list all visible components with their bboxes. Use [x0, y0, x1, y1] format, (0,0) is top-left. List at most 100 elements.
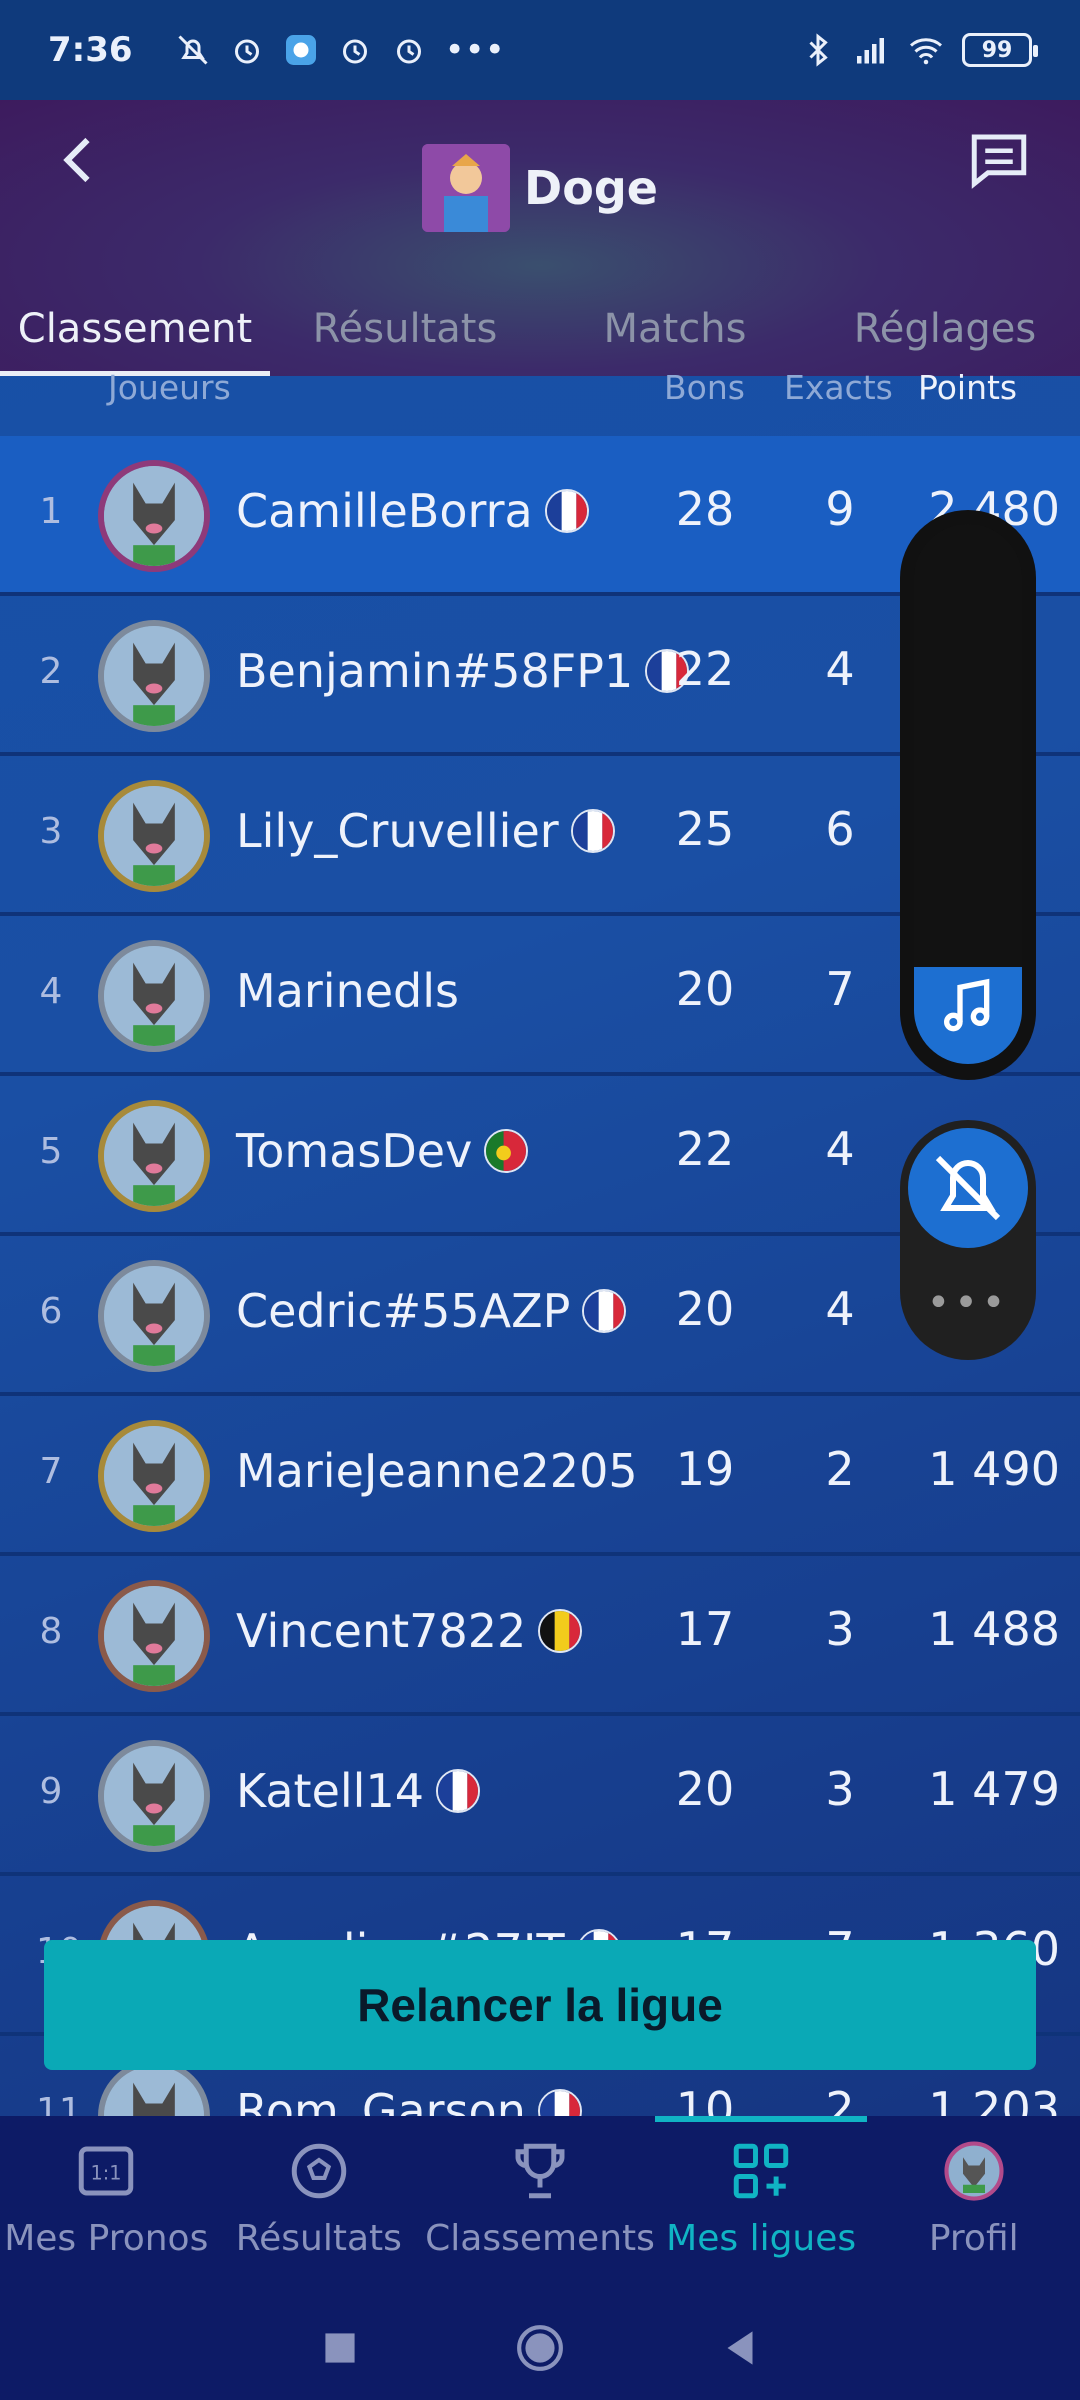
league-header: Doge Classement Résultats Matchs Réglage…: [0, 100, 1080, 376]
header-points: Points: [918, 368, 1018, 407]
league-name: Doge: [524, 161, 658, 215]
player-name: Marinedls: [236, 964, 459, 1018]
bons-value: 20: [675, 962, 735, 1016]
player-name-text: Marinedls: [236, 964, 459, 1018]
country-flag-icon: [435, 1769, 480, 1813]
volume-panel[interactable]: [900, 510, 1036, 1080]
country-flag-icon: [544, 489, 589, 533]
nav-label: Profil: [928, 2218, 1019, 2259]
nav-classements[interactable]: Classements: [425, 2116, 655, 2296]
alarm-icon: [342, 39, 367, 64]
rank-number: 4: [39, 971, 63, 1012]
relaunch-league-button[interactable]: Relancer la ligue: [44, 1940, 1036, 2070]
league-title: Doge: [0, 144, 1080, 232]
bluetooth-icon: [809, 33, 828, 67]
exacts-value: 3: [825, 1762, 855, 1816]
alarm-icon: [234, 39, 259, 64]
svg-text:1:1: 1:1: [91, 2161, 122, 2184]
header-exacts: Exacts: [784, 368, 893, 407]
bell-off-icon: [935, 1155, 1001, 1221]
rank-number: 8: [39, 1611, 63, 1652]
ranking-row[interactable]: 8 Vincent7822 17 3 1 488: [0, 1556, 1080, 1716]
player-name-text: Benjamin#58FP1: [236, 644, 634, 698]
player-name: TomasDev: [236, 1124, 529, 1178]
exacts-value: 4: [825, 1282, 855, 1336]
points-value: 1 479: [928, 1762, 1060, 1816]
tab-classement[interactable]: Classement: [0, 282, 270, 376]
avatar: [98, 460, 210, 572]
player-name: Lily_Cruvellier: [236, 804, 615, 858]
tab-resultats[interactable]: Résultats: [270, 282, 540, 376]
bons-value: 20: [675, 1762, 735, 1816]
bons-value: 22: [675, 1122, 735, 1176]
exacts-value: 2: [825, 1442, 855, 1496]
ranking-row[interactable]: 7 MarieJeanne2205 19 2 1 490: [0, 1396, 1080, 1556]
bons-value: 25: [675, 802, 735, 856]
rank-number: 7: [39, 1451, 63, 1492]
player-name-text: Lily_Cruvellier: [236, 804, 559, 858]
home-icon[interactable]: [515, 2323, 565, 2373]
nav-label: Résultats: [235, 2218, 402, 2259]
ringer-toggle[interactable]: [908, 1128, 1028, 1248]
avatar: [98, 780, 210, 892]
recent-apps-icon[interactable]: [315, 2323, 365, 2373]
nav-profil[interactable]: Profil: [867, 2116, 1080, 2296]
player-name-text: CamilleBorra: [236, 484, 533, 538]
music-note-icon: [944, 978, 990, 1032]
country-flag-icon: [484, 1129, 529, 1173]
ringer-panel: •••: [900, 1120, 1036, 1360]
player-name-text: Katell14: [236, 1764, 424, 1818]
more-options-icon[interactable]: •••: [900, 1280, 1036, 1326]
country-flag-icon: [538, 1609, 583, 1653]
exacts-value: 6: [825, 802, 855, 856]
bell-off-icon: [178, 35, 208, 65]
tab-reglages[interactable]: Réglages: [810, 282, 1080, 376]
ranking-column-headers: Joueurs Bons Exacts Points: [0, 364, 1080, 424]
rank-number: 6: [39, 1291, 63, 1332]
bons-value: 28: [675, 482, 735, 536]
app-notification-icon: [285, 35, 316, 65]
exacts-value: 3: [825, 1602, 855, 1656]
rank-number: 5: [39, 1131, 63, 1172]
exacts-value: 9: [825, 482, 855, 536]
nav-mes-pronos[interactable]: 1:1 Mes Pronos: [0, 2116, 213, 2296]
league-logo: [422, 144, 511, 232]
nav-label: Classements: [425, 2218, 655, 2259]
rank-number: 3: [39, 811, 63, 852]
chat-icon[interactable]: [966, 126, 1032, 192]
player-name: Benjamin#58FP1: [236, 644, 690, 698]
league-tabs: Classement Résultats Matchs Réglages: [0, 282, 1080, 376]
player-name: CamilleBorra: [236, 484, 589, 538]
bottom-navigation: 1:1 Mes Pronos Résultats Classements Mes…: [0, 2116, 1080, 2296]
status-time: 7:36: [48, 30, 133, 70]
player-name: Vincent7822: [236, 1604, 583, 1658]
rank-number: 2: [39, 651, 63, 692]
trophy-icon: [515, 2143, 565, 2199]
tab-matchs[interactable]: Matchs: [540, 282, 810, 376]
back-icon[interactable]: [715, 2323, 765, 2373]
more-notifications-icon: •••: [444, 30, 505, 70]
player-name: Katell14: [236, 1764, 480, 1818]
bons-value: 17: [675, 1602, 735, 1656]
exacts-value: 7: [825, 962, 855, 1016]
profile-avatar-icon: [944, 2141, 1004, 2201]
system-navigation: [0, 2296, 1080, 2400]
player-name-text: MarieJeanne2205: [236, 1444, 638, 1498]
exacts-value: 4: [825, 642, 855, 696]
player-name: Cedric#55AZP: [236, 1284, 627, 1338]
country-flag-icon: [582, 1289, 627, 1333]
nav-resultats[interactable]: Résultats: [213, 2116, 426, 2296]
add-grid-icon: [733, 2143, 789, 2199]
scoreboard-icon: 1:1: [79, 2146, 134, 2196]
battery-indicator: 99: [962, 33, 1038, 67]
player-name-text: Vincent7822: [236, 1604, 527, 1658]
signal-icon: [857, 38, 884, 64]
player-name: MarieJeanne2205: [236, 1444, 638, 1498]
ranking-row[interactable]: 9 Katell14 20 3 1 479: [0, 1716, 1080, 1876]
exacts-value: 4: [825, 1122, 855, 1176]
header-players: Joueurs: [108, 368, 231, 407]
volume-slider[interactable]: [914, 524, 1022, 1064]
avatar: [98, 620, 210, 732]
soccer-ball-icon: [291, 2143, 347, 2199]
nav-mes-ligues[interactable]: Mes ligues: [654, 2116, 868, 2296]
